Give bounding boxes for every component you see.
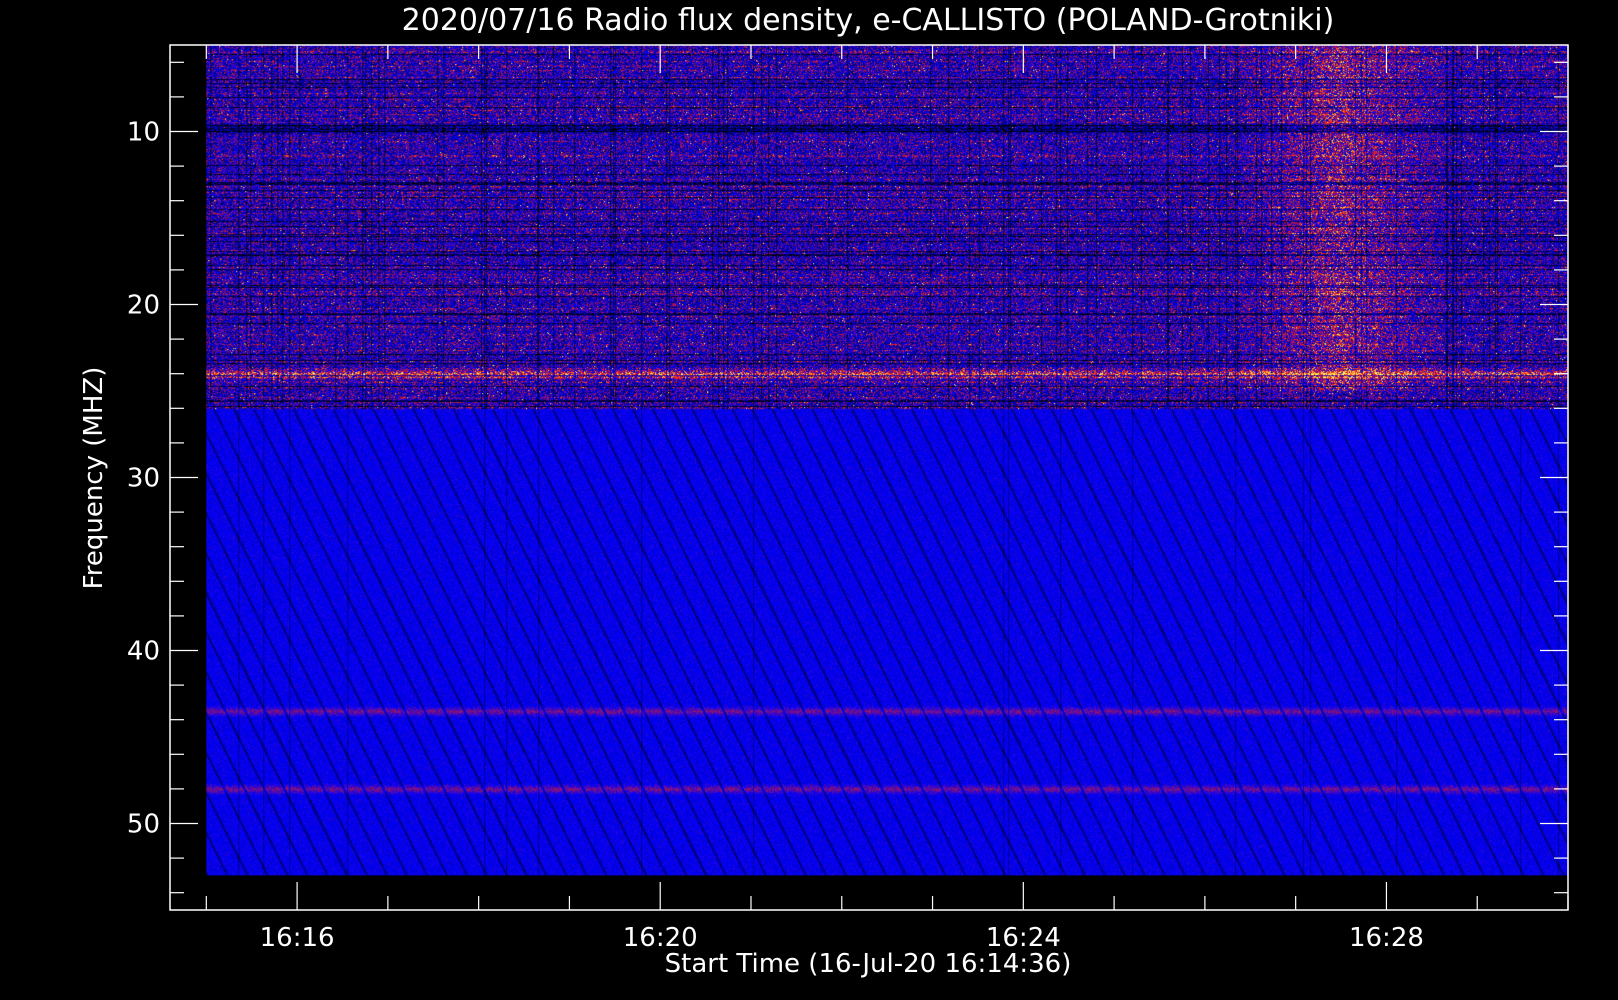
y-tick-label: 50 <box>127 810 160 840</box>
y-tick-label: 20 <box>127 291 160 321</box>
x-tick-label: 16:28 <box>1349 923 1424 953</box>
y-tick-label: 10 <box>127 118 160 148</box>
x-tick-label: 16:16 <box>260 923 335 953</box>
y-tick-label: 30 <box>127 464 160 494</box>
spectrogram-image <box>206 45 1569 876</box>
spectrogram-chart: 2020/07/16 Radio flux density, e-CALLIST… <box>0 0 1618 1000</box>
spectrogram-heatmap <box>206 45 1569 876</box>
y-axis-label: Frequency (MHZ) <box>79 367 109 590</box>
x-axis-label: Start Time (16-Jul-20 16:14:36) <box>665 949 1072 979</box>
y-tick-label: 40 <box>127 637 160 667</box>
chart-title: 2020/07/16 Radio flux density, e-CALLIST… <box>402 3 1335 38</box>
